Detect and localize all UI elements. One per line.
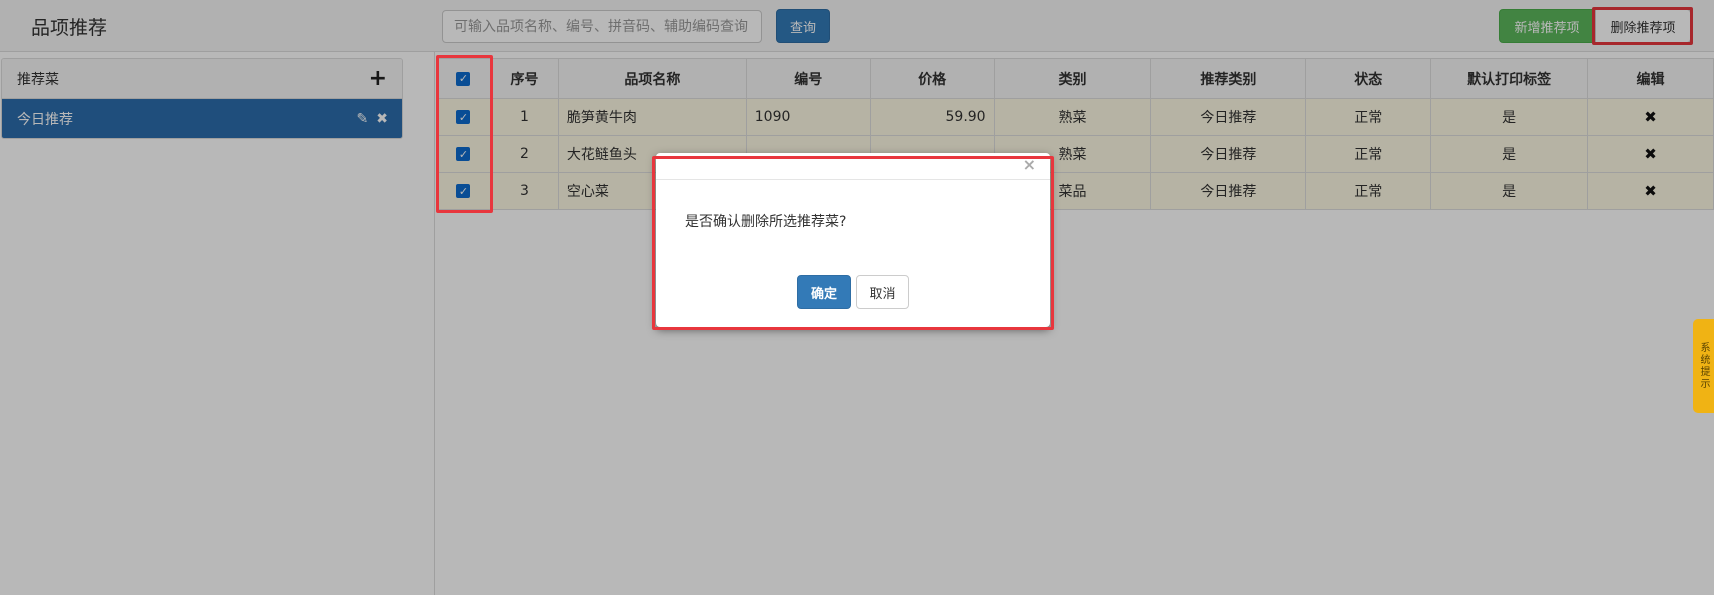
dialog-header: × <box>656 153 1050 180</box>
confirm-button[interactable]: 确定 <box>797 275 851 309</box>
close-icon[interactable]: × <box>1023 157 1036 173</box>
confirm-delete-dialog: × 是否确认删除所选推荐菜? 确定 取消 <box>656 153 1050 327</box>
dialog-message: 是否确认删除所选推荐菜? <box>685 214 847 230</box>
dialog-footer: 确定 取消 <box>656 275 1050 309</box>
system-notice-tab[interactable]: 系统提示 <box>1693 319 1714 413</box>
system-notice-label: 系统提示 <box>1698 342 1709 390</box>
cancel-button[interactable]: 取消 <box>856 275 909 309</box>
